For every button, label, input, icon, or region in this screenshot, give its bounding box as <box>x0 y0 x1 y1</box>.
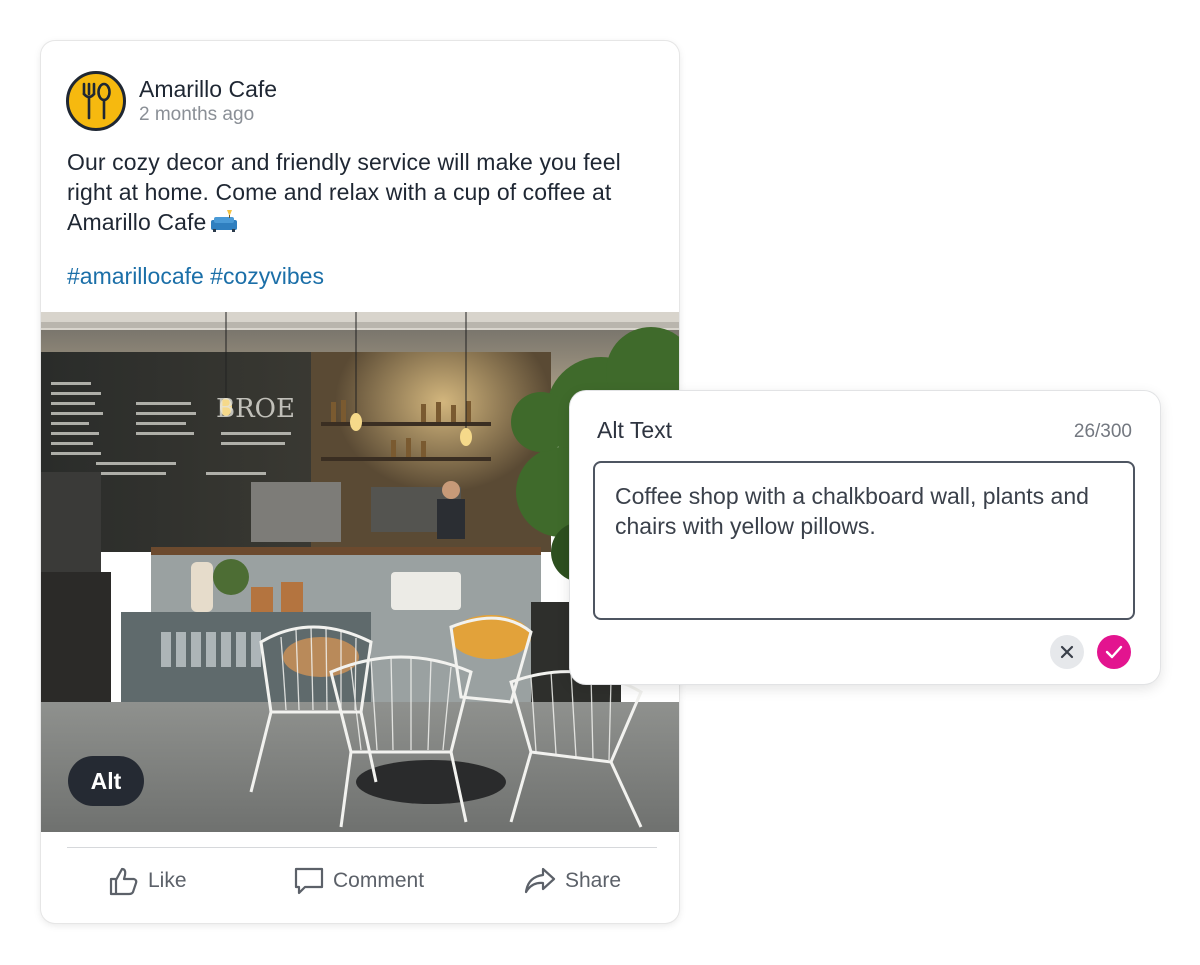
close-icon <box>1060 645 1074 659</box>
post-time: 2 months ago <box>139 104 255 125</box>
share-icon <box>524 867 556 894</box>
comment-button[interactable]: Comment <box>293 859 424 903</box>
like-button[interactable]: Like <box>108 859 187 903</box>
alt-text-panel: Alt Text 26/300 Coffee shop with a chalk… <box>570 391 1160 684</box>
hashtags[interactable]: #amarillocafe #cozyvibes <box>67 261 324 291</box>
alt-badge[interactable]: Alt <box>68 756 144 806</box>
fork-spoon-icon <box>82 82 111 120</box>
avatar[interactable] <box>66 71 126 131</box>
alt-text-title: Alt Text <box>597 417 672 443</box>
check-icon <box>1105 645 1123 659</box>
author-block: Amarillo Cafe 2 months ago <box>139 75 277 127</box>
like-label: Like <box>148 869 187 892</box>
share-button[interactable]: Share <box>523 859 621 903</box>
couch-emoji-icon <box>210 209 238 240</box>
svg-text:BROE: BROE <box>216 394 295 424</box>
cancel-button[interactable] <box>1050 635 1084 669</box>
thumbs-up-icon <box>109 867 138 896</box>
post-text: Our cozy decor and friendly service will… <box>67 149 621 235</box>
stage: Amarillo Cafe 2 months ago Our cozy deco… <box>0 0 1200 965</box>
post-body: Our cozy decor and friendly service will… <box>67 147 657 240</box>
comment-label: Comment <box>333 869 425 892</box>
alt-text-input[interactable]: Coffee shop with a chalkboard wall, plan… <box>593 461 1135 620</box>
post-actions: Like Comment Share <box>41 859 679 915</box>
comment-icon <box>294 867 324 895</box>
divider <box>67 847 657 848</box>
confirm-button[interactable] <box>1097 635 1131 669</box>
share-label: Share <box>565 869 622 892</box>
character-counter: 26/300 <box>1073 421 1132 442</box>
post-header: Amarillo Cafe 2 months ago <box>66 71 277 131</box>
author-name[interactable]: Amarillo Cafe <box>139 75 277 103</box>
